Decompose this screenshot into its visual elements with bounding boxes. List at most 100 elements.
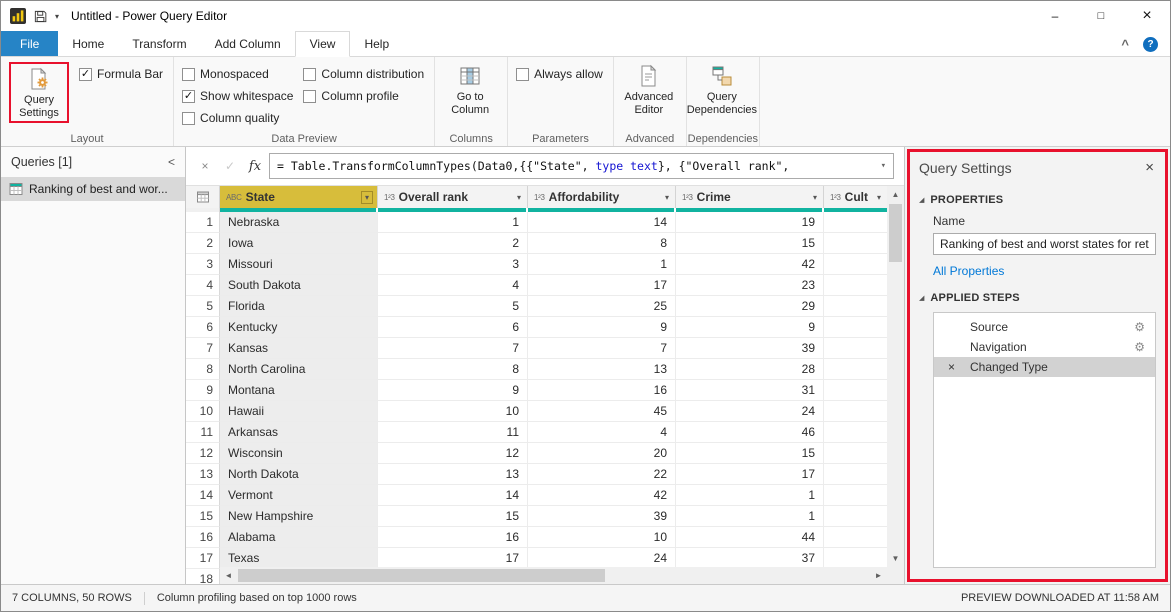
cell[interactable]: 7 [528,338,676,359]
cell[interactable]: Florida [220,296,378,317]
delete-step-icon[interactable]: × [948,360,955,374]
all-properties-link[interactable]: All Properties [933,264,1156,278]
formula-input[interactable]: = Table.TransformColumnTypes(Data0,{{"St… [269,153,894,179]
cell[interactable]: 13 [528,359,676,380]
cell[interactable] [824,422,887,443]
vertical-scrollbar[interactable]: ▲ ▼ [887,186,904,567]
checkbox-column-quality[interactable]: Column quality [182,108,293,128]
checkbox-box[interactable]: ✓ [182,89,196,103]
close-pane-icon[interactable]: × [1145,159,1156,176]
cell[interactable]: 42 [528,485,676,506]
cell[interactable]: 17 [676,464,824,485]
cell[interactable]: 11 [378,422,528,443]
cell[interactable]: 3 [378,254,528,275]
checkbox-box[interactable] [303,89,317,103]
filter-dropdown-icon[interactable]: ▾ [663,192,671,203]
cell[interactable]: 25 [528,296,676,317]
cell[interactable]: 22 [528,464,676,485]
cell[interactable]: 9 [676,317,824,338]
go-to-column-button[interactable]: Go to Column [443,62,497,117]
cell[interactable]: 42 [676,254,824,275]
checkbox-box[interactable] [516,67,530,81]
collapse-queries-pane-icon[interactable]: < [168,155,175,169]
cell[interactable] [824,338,887,359]
cell[interactable]: 15 [676,233,824,254]
formula-expand-icon[interactable]: ▾ [875,161,886,171]
cell[interactable]: 13 [378,464,528,485]
cell[interactable]: Wisconsin [220,443,378,464]
cell[interactable]: 39 [676,338,824,359]
cell[interactable]: 16 [528,380,676,401]
cell[interactable]: 2 [378,233,528,254]
filter-dropdown-icon[interactable]: ▾ [811,192,819,203]
cell[interactable]: South Dakota [220,275,378,296]
cell[interactable] [824,275,887,296]
tab-help[interactable]: Help [350,31,403,56]
cell[interactable]: Vermont [220,485,378,506]
applied-step-source[interactable]: Source ⚙ [934,317,1155,337]
cell[interactable]: 9 [378,380,528,401]
cell[interactable]: 7 [378,338,528,359]
query-dependencies-button[interactable]: Query Dependencies [687,62,757,117]
filter-dropdown-icon[interactable]: ▾ [875,192,883,203]
cell[interactable]: North Carolina [220,359,378,380]
cell[interactable] [824,212,887,233]
cell[interactable]: 46 [676,422,824,443]
checkbox-box[interactable]: ✓ [79,67,92,81]
cell[interactable]: 10 [378,401,528,422]
cell[interactable] [824,380,887,401]
scroll-left-icon[interactable]: ◄ [220,567,237,584]
formula-commit-icon[interactable]: ✓ [219,159,241,173]
cell[interactable]: 12 [378,443,528,464]
minimize-button[interactable]: – [1032,1,1078,31]
select-all-corner[interactable] [186,186,220,208]
cell[interactable]: 39 [528,506,676,527]
help-icon[interactable]: ? [1143,36,1158,52]
cell[interactable] [824,401,887,422]
checkbox-box[interactable] [182,67,196,81]
scroll-right-icon[interactable]: ► [870,567,887,584]
save-icon[interactable] [33,9,48,24]
tab-add-column[interactable]: Add Column [201,31,295,56]
cell[interactable]: 31 [676,380,824,401]
cell[interactable]: Nebraska [220,212,378,233]
cell[interactable]: Kansas [220,338,378,359]
cell[interactable]: 4 [528,422,676,443]
vertical-scrollbar-thumb[interactable] [889,204,902,262]
column-header-crime[interactable]: 1²3 Crime ▾ [676,186,824,208]
advanced-editor-button[interactable]: Advanced Editor [622,62,676,117]
properties-section-header[interactable]: ◢ PROPERTIES [919,194,1156,206]
cell[interactable]: 16 [378,527,528,548]
query-name-input[interactable] [933,233,1156,255]
cell[interactable]: 24 [528,548,676,569]
checkbox-show-whitespace[interactable]: ✓ Show whitespace [182,86,293,106]
cell[interactable]: 17 [528,275,676,296]
cell[interactable]: 8 [528,233,676,254]
query-settings-button[interactable]: Query Settings [12,65,66,120]
column-header-affordability[interactable]: 1²3 Affordability ▾ [528,186,676,208]
cell[interactable]: 1 [676,485,824,506]
cell[interactable]: 8 [378,359,528,380]
cell[interactable]: Hawaii [220,401,378,422]
cell[interactable]: 1 [378,212,528,233]
cell[interactable]: 6 [378,317,528,338]
cell[interactable] [824,317,887,338]
cell[interactable]: 15 [676,443,824,464]
gear-icon[interactable]: ⚙ [1134,340,1145,354]
cell[interactable]: 14 [378,485,528,506]
checkbox-box[interactable] [182,111,196,125]
cell[interactable] [824,359,887,380]
tab-file[interactable]: File [1,31,59,56]
cell[interactable]: 1 [676,506,824,527]
close-button[interactable]: × [1124,1,1170,31]
checkbox-column-profile[interactable]: Column profile [303,86,424,106]
cell[interactable]: 15 [378,506,528,527]
tab-view[interactable]: View [294,31,351,57]
applied-step-changed-type[interactable]: × Changed Type [934,357,1155,377]
tab-transform[interactable]: Transform [118,31,200,56]
column-header-cult[interactable]: 1²3 Cult ▾ [824,186,887,208]
horizontal-scrollbar[interactable]: ◄ ► [220,567,887,584]
column-header-overall-rank[interactable]: 1²3 Overall rank ▾ [378,186,528,208]
query-list-item[interactable]: Ranking of best and wor... [1,177,185,201]
applied-steps-section-header[interactable]: ◢ APPLIED STEPS [919,292,1156,304]
